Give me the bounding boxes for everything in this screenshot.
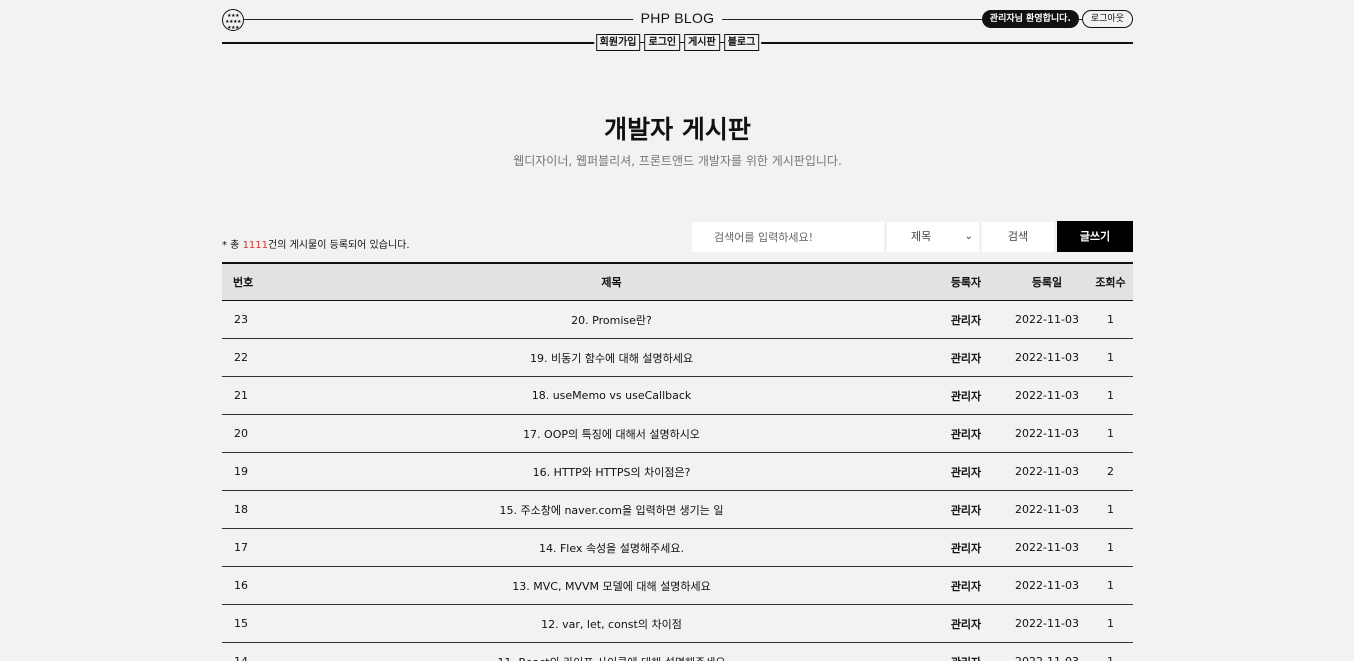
- cell-no: 14: [222, 655, 297, 661]
- cell-author: 관리자: [926, 654, 1006, 661]
- cell-date: 2022-11-03: [1015, 313, 1079, 326]
- cell-views: 1: [1107, 579, 1114, 592]
- page-wrapper: ★★★ ★★★★ ★★★ PHP BLOG 관리자님 환영합니다. 로그아웃 회…: [222, 0, 1133, 661]
- cell-views: 1: [1107, 541, 1114, 554]
- header-author: 등록자: [950, 276, 982, 289]
- main-nav: 회원가입 로그인 게시판 블로그: [593, 34, 762, 51]
- table-row[interactable]: 17 14. Flex 속성을 설명해주세요. 관리자 2022-11-03 1: [222, 529, 1133, 567]
- cell-author: 관리자: [950, 541, 982, 555]
- header-title: 제목: [601, 276, 622, 289]
- cell-title[interactable]: 16. HTTP와 HTTPS의 차이점은?: [297, 464, 926, 480]
- logout-button[interactable]: 로그아웃: [1081, 10, 1133, 28]
- cell-date: 2022-11-03: [1015, 617, 1079, 630]
- cell-title[interactable]: 19. 비동기 함수에 대해 설명하세요: [297, 350, 926, 366]
- cell-date: 2022-11-03: [1015, 389, 1079, 402]
- cell-date: 2022-11-03: [1015, 351, 1079, 364]
- cell-no: 17: [234, 541, 248, 554]
- table-row[interactable]: 20 17. OOP의 특징에 대해서 설명하시오 관리자 2022-11-03 1: [222, 415, 1133, 453]
- page-subtitle: 웹디자이너, 웹퍼블리셔, 프론트앤드 개발자를 위한 게시판입니다.: [513, 154, 842, 168]
- search-button[interactable]: 검색: [982, 222, 1054, 252]
- cell-title[interactable]: 13. MVC, MVVM 모델에 대해 설명하세요: [297, 578, 926, 594]
- post-count-suffix: 건의 게시물이 등록되어 있습니다.: [268, 240, 410, 251]
- cell-title[interactable]: 20. Promise란?: [297, 312, 926, 328]
- table-row[interactable]: 21 18. useMemo vs useCallback 관리자 2022-11-0…: [222, 377, 1133, 415]
- logo-icon[interactable]: ★★★ ★★★★ ★★★: [222, 9, 244, 31]
- cell-author: 관리자: [950, 313, 982, 327]
- header-date: 등록일: [1031, 276, 1063, 289]
- table-row[interactable]: 15 12. var, let, const의 차이점 관리자 2022-11-03 1: [222, 605, 1133, 643]
- table-body: 23 20. Promise란? 관리자 2022-11-03 1 22 19. 비동기 함…: [222, 301, 1133, 661]
- cell-no: 20: [234, 427, 248, 440]
- post-count: * 총 1111건의 게시물이 등록되어 있습니다.: [222, 236, 410, 251]
- table-row[interactable]: 19 16. HTTP와 HTTPS의 차이점은? 관리자 2022-11-03 2: [222, 453, 1133, 491]
- cell-author: 관리자: [950, 427, 982, 441]
- page-title: 개발자 게시판: [604, 115, 751, 144]
- nav-item-login[interactable]: 로그인: [644, 34, 681, 51]
- cell-author: 관리자: [950, 389, 982, 403]
- site-brand[interactable]: PHP BLOG: [632, 10, 723, 26]
- nav-item-blog[interactable]: 블로그: [723, 34, 760, 51]
- cell-title[interactable]: 11. React의 라이프 사이클에 대해 설명해주세요: [297, 654, 926, 661]
- welcome-badge: 관리자님 환영합니다.: [981, 10, 1079, 28]
- header-views: 조회수: [1095, 276, 1126, 289]
- cell-title[interactable]: 12. var, let, const의 차이점: [297, 616, 926, 632]
- nav-item-signup[interactable]: 회원가입: [595, 34, 641, 51]
- post-count-prefix: * 총: [222, 240, 243, 251]
- cell-no: 22: [234, 351, 248, 364]
- cell-views: 1: [1107, 617, 1114, 630]
- cell-no: 19: [234, 465, 248, 478]
- cell-views: 1: [1107, 503, 1114, 516]
- cell-title[interactable]: 14. Flex 속성을 설명해주세요.: [297, 540, 926, 556]
- cell-title[interactable]: 15. 주소창에 naver.com을 입력하면 생기는 일: [297, 502, 926, 518]
- table-row[interactable]: 22 19. 비동기 함수에 대해 설명하세요 관리자 2022-11-03 1: [222, 339, 1133, 377]
- cell-no: 15: [234, 617, 248, 630]
- cell-author: 관리자: [950, 579, 982, 593]
- board-table: 번호 제목 등록자 등록일 조회수 23 20. Promise란? 관리자 2022…: [222, 262, 1133, 661]
- cell-no: 23: [234, 313, 248, 326]
- cell-views: 1: [1088, 655, 1133, 661]
- cell-views: 1: [1107, 389, 1114, 402]
- cell-no: 16: [234, 579, 248, 592]
- cell-no: 21: [234, 389, 248, 402]
- cell-date: 2022-11-03: [1015, 465, 1079, 478]
- cell-views: 1: [1107, 351, 1114, 364]
- site-header: ★★★ ★★★★ ★★★ PHP BLOG 관리자님 환영합니다. 로그아웃 회…: [222, 0, 1133, 51]
- table-header: 번호 제목 등록자 등록일 조회수: [222, 262, 1133, 301]
- cell-views: 1: [1107, 427, 1114, 440]
- table-row[interactable]: 23 20. Promise란? 관리자 2022-11-03 1: [222, 301, 1133, 339]
- cell-title[interactable]: 17. OOP의 특징에 대해서 설명하시오: [297, 426, 926, 442]
- search-input[interactable]: [692, 222, 884, 252]
- cell-no: 18: [234, 503, 248, 516]
- cell-views: 1: [1107, 313, 1114, 326]
- cell-author: 관리자: [950, 617, 982, 631]
- cell-date: 2022-11-03: [1015, 427, 1079, 440]
- search-type-value: 제목: [911, 230, 932, 243]
- chevron-down-icon: ⌄: [964, 231, 973, 242]
- cell-author: 관리자: [950, 351, 982, 365]
- post-count-number: 1111: [242, 240, 269, 251]
- cell-date: 2022-11-03: [1015, 541, 1079, 554]
- nav-item-board[interactable]: 게시판: [684, 34, 720, 51]
- cell-views: 2: [1107, 465, 1114, 478]
- cell-author: 관리자: [950, 503, 982, 517]
- cell-date: 2022-11-03: [1015, 503, 1079, 516]
- cell-date: 2022-11-03: [1015, 579, 1079, 592]
- table-row[interactable]: 1411. React의 라이프 사이클에 대해 설명해주세요관리자2022-1…: [222, 643, 1133, 661]
- search-type-select[interactable]: 제목 ⌄: [887, 222, 979, 252]
- cell-date: 2022-11-03: [1006, 655, 1088, 661]
- auth-area: 관리자님 환영합니다. 로그아웃: [981, 10, 1133, 28]
- table-row[interactable]: 16 13. MVC, MVVM 모델에 대해 설명하세요 관리자 2022-11-0…: [222, 567, 1133, 605]
- header-no: 번호: [233, 276, 254, 289]
- cell-title[interactable]: 18. useMemo vs useCallback: [297, 389, 926, 402]
- table-row[interactable]: 18 15. 주소창에 naver.com을 입력하면 생기는 일 관리자 2022-…: [222, 491, 1133, 529]
- cell-author: 관리자: [950, 465, 982, 479]
- write-button[interactable]: 글쓰기: [1057, 221, 1133, 252]
